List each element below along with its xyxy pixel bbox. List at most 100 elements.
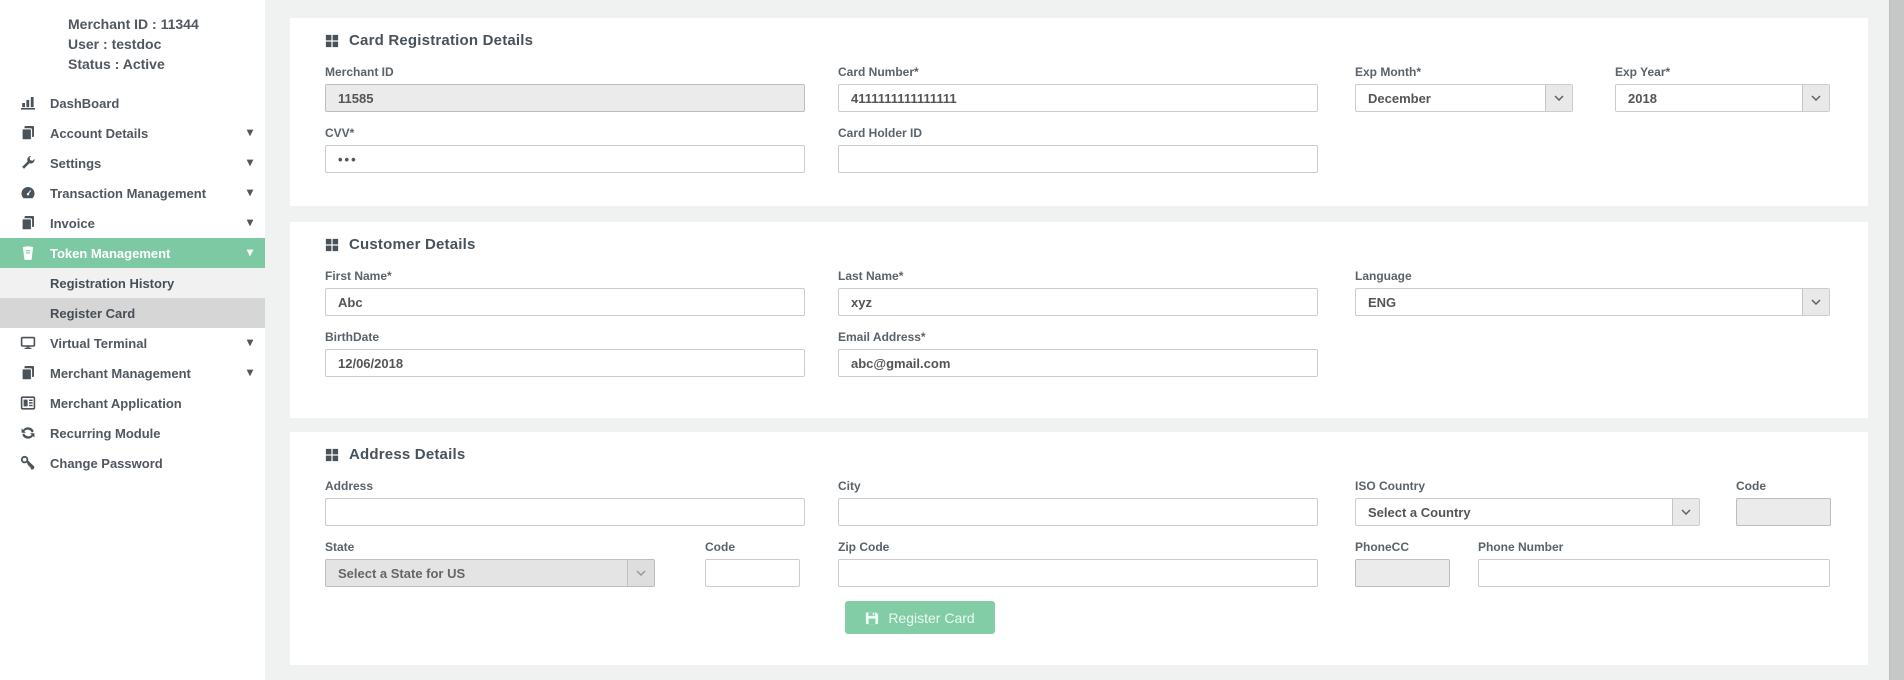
address-label: Address <box>325 479 805 493</box>
sidebar-item-label: DashBoard <box>50 96 119 111</box>
last-name-label: Last Name* <box>838 269 1318 283</box>
sidebar-subitem-label: Register Card <box>50 306 135 321</box>
section-title: Address Details <box>325 446 1833 463</box>
sidebar-item-invoice[interactable]: Invoice ▾ <box>0 208 265 238</box>
caret-down-icon: ▾ <box>247 335 253 349</box>
refresh-icon <box>20 425 36 441</box>
exp-month-select[interactable]: December <box>1355 84 1573 112</box>
email-label: Email Address* <box>838 330 1318 344</box>
caret-down-icon: ▾ <box>247 365 253 379</box>
copy-icon <box>20 215 36 231</box>
exp-year-value: 2018 <box>1616 91 1657 106</box>
city-input[interactable] <box>838 498 1318 526</box>
state-value: Select a State for US <box>326 566 465 581</box>
grid-icon <box>325 34 339 48</box>
state-code-input[interactable] <box>705 559 800 587</box>
chevron-down-icon <box>1672 499 1699 525</box>
sidebar-item-label: Settings <box>50 156 101 171</box>
sidebar-item-label: Recurring Module <box>50 426 161 441</box>
copy-icon <box>20 125 36 141</box>
first-name-input[interactable] <box>325 288 805 316</box>
caret-down-icon: ▾ <box>247 155 253 169</box>
section-title: Card Registration Details <box>325 32 1833 49</box>
grid-icon <box>325 238 339 252</box>
vertical-scrollbar[interactable] <box>1889 0 1904 680</box>
email-input[interactable] <box>838 349 1318 377</box>
exp-month-label: Exp Month* <box>1355 65 1573 79</box>
exp-year-select[interactable]: 2018 <box>1615 84 1830 112</box>
sidebar-item-account-details[interactable]: Account Details ▾ <box>0 118 265 148</box>
user-text: User : testdoc <box>68 34 265 54</box>
caret-down-icon: ▾ <box>247 245 253 259</box>
sidebar-nav: DashBoard Account Details ▾ Settings ▾ T… <box>0 88 265 478</box>
card-number-label: Card Number* <box>838 65 1318 79</box>
bucket-icon <box>20 245 36 261</box>
language-select[interactable]: ENG <box>1355 288 1830 316</box>
country-code-input <box>1736 498 1831 526</box>
section-title-text: Card Registration Details <box>349 32 533 49</box>
gauge-icon <box>20 185 36 201</box>
chevron-down-icon <box>1545 85 1572 111</box>
sidebar-item-label: Virtual Terminal <box>50 336 147 351</box>
state-select: Select a State for US <box>325 559 655 587</box>
sidebar-item-recurring-module[interactable]: Recurring Module <box>0 418 265 448</box>
first-name-label: First Name* <box>325 269 805 283</box>
sidebar: Merchant ID : 11344 User : testdoc Statu… <box>0 0 265 680</box>
address-details-section: Address Details Address City ISO Country… <box>290 432 1868 665</box>
country-code-label: Code <box>1736 479 1831 493</box>
key-icon <box>20 455 36 471</box>
phone-cc-input <box>1355 559 1450 587</box>
card-holder-id-label: Card Holder ID <box>838 126 1318 140</box>
birthdate-input[interactable] <box>325 349 805 377</box>
iso-country-select[interactable]: Select a Country <box>1355 498 1700 526</box>
customer-details-section: Customer Details First Name* Last Name* … <box>290 222 1868 418</box>
chevron-down-icon <box>1802 289 1829 315</box>
status-text: Status : Active <box>68 54 265 74</box>
caret-down-icon: ▾ <box>247 125 253 139</box>
caret-down-icon: ▾ <box>247 185 253 199</box>
section-title: Customer Details <box>325 236 1833 253</box>
sidebar-item-virtual-terminal[interactable]: Virtual Terminal ▾ <box>0 328 265 358</box>
card-holder-id-input[interactable] <box>838 145 1318 173</box>
copy-icon <box>20 365 36 381</box>
state-code-label: Code <box>705 540 800 554</box>
save-icon <box>865 611 879 625</box>
iso-country-value: Select a Country <box>1356 505 1471 520</box>
address-input[interactable] <box>325 498 805 526</box>
sidebar-item-change-password[interactable]: Change Password <box>0 448 265 478</box>
sidebar-item-settings[interactable]: Settings ▾ <box>0 148 265 178</box>
sidebar-item-dashboard[interactable]: DashBoard <box>0 88 265 118</box>
zip-code-input[interactable] <box>838 559 1318 587</box>
sidebar-item-token-management[interactable]: Token Management ▾ <box>0 238 265 268</box>
language-label: Language <box>1355 269 1830 283</box>
sidebar-item-label: Token Management <box>50 246 170 261</box>
sidebar-subitem-register-card[interactable]: Register Card <box>0 298 265 328</box>
state-label: State <box>325 540 655 554</box>
merchant-id-label: Merchant ID <box>325 65 805 79</box>
phone-number-input[interactable] <box>1478 559 1830 587</box>
merchant-id-input <box>325 84 805 112</box>
sidebar-item-merchant-application[interactable]: Merchant Application <box>0 388 265 418</box>
sidebar-item-merchant-management[interactable]: Merchant Management ▾ <box>0 358 265 388</box>
birthdate-label: BirthDate <box>325 330 805 344</box>
card-registration-details-section: Card Registration Details Merchant ID Ca… <box>290 18 1868 206</box>
sidebar-subitem-registration-history[interactable]: Registration History <box>0 268 265 298</box>
card-number-input[interactable] <box>838 84 1318 112</box>
exp-month-value: December <box>1356 91 1431 106</box>
sidebar-item-label: Merchant Application <box>50 396 182 411</box>
sidebar-item-label: Change Password <box>50 456 163 471</box>
phone-cc-label: PhoneCC <box>1355 540 1450 554</box>
cvv-input[interactable] <box>325 145 805 173</box>
sidebar-item-transaction-management[interactable]: Transaction Management ▾ <box>0 178 265 208</box>
last-name-input[interactable] <box>838 288 1318 316</box>
chevron-down-icon <box>1802 85 1829 111</box>
section-title-text: Address Details <box>349 446 465 463</box>
register-card-button[interactable]: Register Card <box>845 601 995 634</box>
register-card-label: Register Card <box>888 610 974 626</box>
merchant-id-text: Merchant ID : 11344 <box>68 14 265 34</box>
sidebar-item-label: Transaction Management <box>50 186 206 201</box>
sidebar-item-label: Invoice <box>50 216 95 231</box>
phone-number-label: Phone Number <box>1478 540 1830 554</box>
zip-code-label: Zip Code <box>838 540 1318 554</box>
cvv-label: CVV* <box>325 126 805 140</box>
